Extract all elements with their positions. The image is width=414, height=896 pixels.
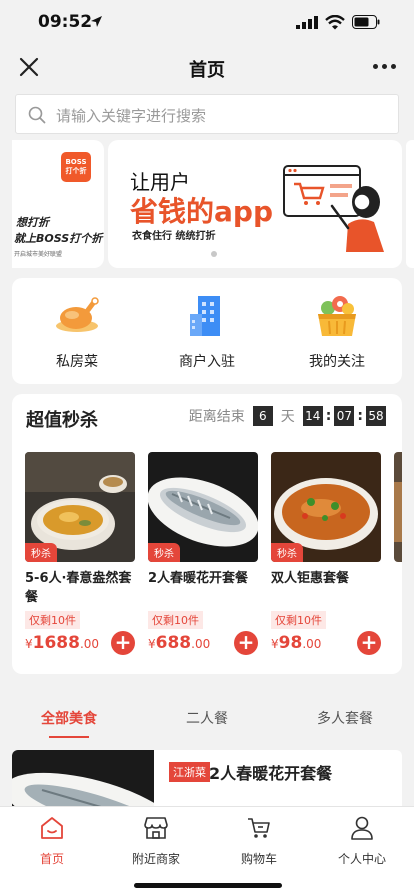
roast-chicken-icon [56,297,99,332]
product-image: 秒杀 [271,452,381,562]
location-arrow-icon [91,16,102,27]
countdown-colon: : [325,408,332,424]
product-name: 5-6人·春意盎然套餐 [25,571,132,605]
tab-all-food[interactable]: 全部美食 [0,708,138,728]
building-icon [190,296,220,336]
flash-sale-title: 超值秒杀 [26,410,98,431]
person-icon [351,816,373,840]
battery-icon [352,15,380,29]
tabbar-profile[interactable]: 个人中心 [310,815,414,867]
banner-line2: 省钱的app [130,195,273,228]
countdown: 距离结束 6 天 14 : 07 : 58 [189,406,386,426]
banner-slide-next[interactable] [406,140,414,268]
countdown-minutes: 07 [334,406,355,426]
carousel-dot[interactable] [211,251,217,257]
tabbar-label: 首页 [39,852,64,866]
banner-slide-prev[interactable]: BOSS 打个折 想打折 就上BOSS打个折 开启城市美好联盟 [12,140,104,268]
flash-sale-tag: 秒杀 [271,543,303,562]
product-name: 2人春暖花开套餐 [148,571,249,586]
countdown-seconds: 58 [366,406,386,426]
quick-link-merchant-join[interactable]: 商户入驻 [152,294,262,371]
wifi-icon [325,15,345,30]
countdown-days: 6 [252,406,273,426]
tabbar-nearby[interactable]: 附近商家 [104,815,208,867]
tabbar-label: 购物车 [240,852,277,866]
search-icon [28,106,46,124]
product-card[interactable]: 秒杀 2人春暖花开套餐 仅剩10件 ¥688.00 + [148,452,258,659]
add-to-cart-button[interactable]: + [111,631,135,655]
countdown-colon: : [357,408,363,424]
search-placeholder: 请输入关键字进行搜索 [56,107,207,125]
stock-badge: 仅剩10件 [25,611,80,629]
quick-link-label: 我的关注 [309,354,365,370]
product-card-peek[interactable] [394,452,402,562]
signal-icon [296,16,318,29]
tab-two-person[interactable]: 二人餐 [138,708,276,728]
fruit-basket-icon [318,296,356,336]
tabbar-home[interactable]: 首页 [0,815,104,867]
tab-multi-person[interactable]: 多人套餐 [276,708,414,728]
banner-line3: 衣食住行 统统打折 [132,231,216,242]
add-to-cart-button[interactable]: + [234,631,258,655]
quick-links: 私房菜 商户入驻 我的关注 [12,278,402,384]
stock-badge: 仅剩10件 [148,611,203,629]
nav-bar: 首页 [0,46,414,90]
stock-badge: 仅剩10件 [271,611,326,629]
countdown-days-unit: 天 [280,409,295,425]
flash-sale-tag: 秒杀 [148,543,180,562]
banner-left-line3: 开启城市美好联盟 [14,251,63,258]
status-time: 09:52 [38,12,93,32]
boss-logo: BOSS 打个折 [61,152,91,182]
flash-sale-tag: 秒杀 [25,543,57,562]
home-icon [41,817,63,839]
product-card[interactable]: 秒杀 5-6人·春意盎然套餐 仅剩10件 ¥1688.00 + [25,452,135,659]
product-price: ¥688.00 + [148,631,258,659]
quick-link-private-kitchen[interactable]: 私房菜 [22,294,132,371]
tabbar-label: 附近商家 [131,852,180,866]
banner-left-line2: 就上BOSS打个折 [14,232,103,245]
banner-left-line1: 想打折 [16,216,49,229]
page-title: 首页 [189,60,225,81]
add-to-cart-button[interactable]: + [357,631,381,655]
product-price: ¥1688.00 + [25,631,135,659]
quick-link-my-follows[interactable]: 我的关注 [282,294,392,371]
product-price: ¥98.00 + [271,631,381,659]
list-item-name: 2人春暖花开套餐 [209,764,333,783]
banner-slide[interactable]: 让用户 省钱的app 衣食住行 统统打折 [108,140,402,268]
product-name: 双人钜惠套餐 [271,571,350,586]
tabbar-cart[interactable]: 购物车 [207,815,311,867]
home-indicator [134,883,282,888]
tabbar-label: 个人中心 [337,852,386,866]
cart-icon [248,818,270,838]
region-badge: 江浙菜 [169,762,210,782]
status-bar: 09:52 [0,0,414,46]
quick-link-label: 私房菜 [56,354,98,370]
shopping-illustration-icon [283,165,384,252]
more-icon[interactable] [373,64,396,69]
shop-icon [144,817,168,839]
category-tabs: 全部美食 二人餐 多人套餐 [0,704,414,740]
product-card[interactable]: 秒杀 双人钜惠套餐 仅剩10件 ¥98.00 + [271,452,381,659]
tab-active-indicator [49,736,89,738]
flash-sale-section: 超值秒杀 距离结束 6 天 14 : 07 : 58 秒杀 5-6人·春意盎然套 [12,394,402,674]
product-image: 秒杀 [148,452,258,562]
product-image [394,452,402,562]
product-image: 秒杀 [25,452,135,562]
quick-link-label: 商户入驻 [179,354,235,370]
countdown-label: 距离结束 [188,409,245,425]
countdown-hours: 14 [302,406,323,426]
search-input[interactable]: 请输入关键字进行搜索 [15,94,399,134]
